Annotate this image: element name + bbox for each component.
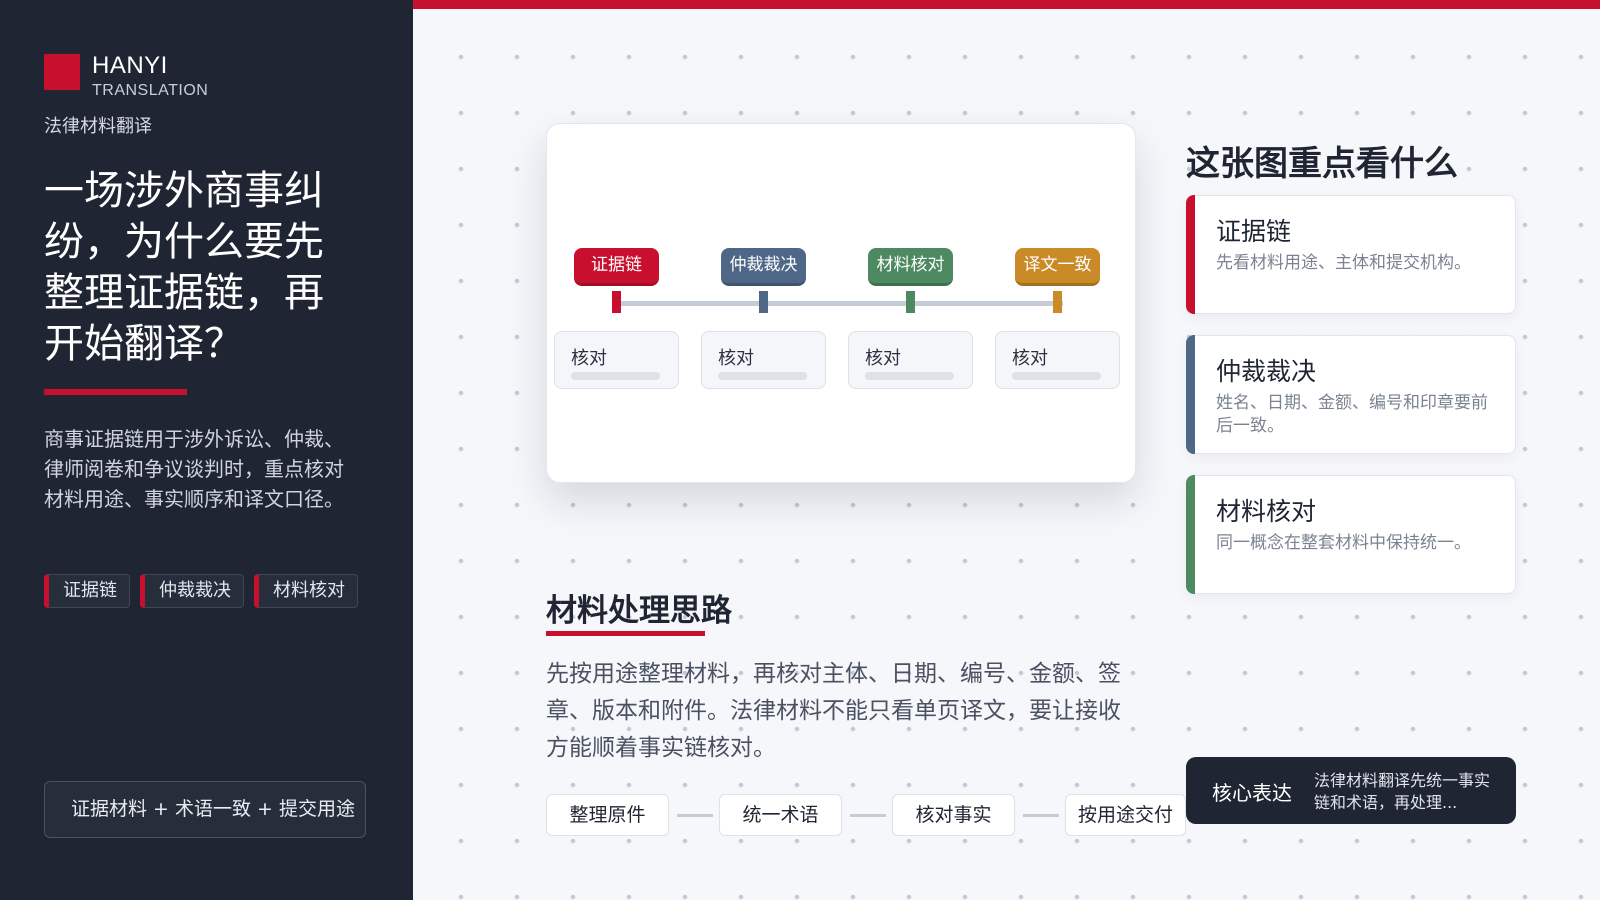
step-check-box: 核对 bbox=[848, 331, 973, 389]
focus-card-evidence-chain: 证据链 先看材料用途、主体和提交机构。 bbox=[1186, 195, 1516, 314]
brand-subtitle: TRANSLATION bbox=[92, 82, 209, 99]
formula-box: 证据材料 + 术语一致 + 提交用途 bbox=[44, 781, 366, 838]
headline-divider bbox=[44, 389, 187, 395]
card-description: 姓名、日期、金额、编号和印章要前后一致。 bbox=[1216, 393, 1488, 436]
process-description: 先按用途整理材料，再核对主体、日期、编号、金额、签章、版本和附件。法律材料不能只… bbox=[546, 661, 1121, 761]
tag-evidence-chain: 证据链 bbox=[44, 574, 130, 608]
flow-connector bbox=[677, 814, 713, 817]
tag-arbitration-award: 仲裁裁决 bbox=[140, 574, 244, 608]
page-headline: 一场涉外商事纠纷，为什么要先整理证据链，再开始翻译？ bbox=[44, 168, 324, 367]
flow-step-unify-terms: 统一术语 bbox=[719, 794, 842, 836]
process-title-underline bbox=[546, 631, 705, 636]
timeline-diagram-card: 证据链 核对 仲裁裁决 核对 材料核对 核对 译文一致 核对 bbox=[546, 123, 1136, 483]
step-pill: 材料核对 bbox=[868, 248, 953, 286]
step-check-box: 核对 bbox=[701, 331, 826, 389]
card-accent-bar bbox=[1186, 195, 1195, 314]
topic-tags: 证据链 仲裁裁决 材料核对 bbox=[44, 574, 358, 608]
focus-card-arbitration-award: 仲裁裁决 姓名、日期、金额、编号和印章要前后一致。 bbox=[1186, 335, 1516, 454]
process-section-title: 材料处理思路 bbox=[546, 593, 732, 629]
flow-step-organize-originals: 整理原件 bbox=[546, 794, 669, 836]
focus-card-material-check: 材料核对 同一概念在整套材料中保持统一。 bbox=[1186, 475, 1516, 594]
step-check-label: 核对 bbox=[865, 348, 901, 369]
core-message-label: 核心表达 bbox=[1212, 781, 1292, 805]
step-placeholder-bar bbox=[1012, 372, 1101, 380]
step-pill: 证据链 bbox=[574, 248, 659, 286]
step-placeholder-bar bbox=[718, 372, 807, 380]
step-marker bbox=[759, 291, 768, 313]
step-check-box: 核对 bbox=[995, 331, 1120, 389]
card-title: 仲裁裁决 bbox=[1216, 357, 1317, 386]
core-message-text: 法律材料翻译先统一事实链和术语，再处理... bbox=[1314, 771, 1491, 812]
step-check-label: 核对 bbox=[571, 348, 607, 369]
step-check-label: 核对 bbox=[718, 348, 754, 369]
intro-text: 商事证据链用于涉外诉讼、仲裁、律师阅卷和争议谈判时，重点核对材料用途、事实顺序和… bbox=[44, 427, 344, 511]
timeline-track bbox=[613, 301, 1063, 306]
tag-material-check: 材料核对 bbox=[254, 574, 358, 608]
top-accent-bar bbox=[413, 0, 1600, 9]
step-marker bbox=[906, 291, 915, 313]
brand-tagline: 法律材料翻译 bbox=[44, 116, 152, 137]
step-marker bbox=[1053, 291, 1062, 313]
card-title: 证据链 bbox=[1216, 217, 1292, 246]
flow-step-deliver-by-purpose: 按用途交付 bbox=[1065, 794, 1186, 836]
step-placeholder-bar bbox=[865, 372, 954, 380]
step-marker bbox=[612, 291, 621, 313]
card-description: 先看材料用途、主体和提交机构。 bbox=[1216, 253, 1471, 273]
process-flow: 整理原件 统一术语 核对事实 按用途交付 bbox=[546, 794, 1186, 836]
card-description: 同一概念在整套材料中保持统一。 bbox=[1216, 533, 1471, 553]
step-pill: 仲裁裁决 bbox=[721, 248, 806, 286]
step-pill: 译文一致 bbox=[1015, 248, 1100, 286]
focus-panel-title: 这张图重点看什么 bbox=[1186, 144, 1458, 184]
flow-step-verify-facts: 核对事实 bbox=[892, 794, 1015, 836]
card-title: 材料核对 bbox=[1216, 497, 1317, 526]
card-accent-bar bbox=[1186, 475, 1195, 594]
card-accent-bar bbox=[1186, 335, 1195, 454]
sidebar: HANYI TRANSLATION 法律材料翻译 一场涉外商事纠纷，为什么要先整… bbox=[0, 0, 413, 900]
flow-connector bbox=[850, 814, 886, 817]
brand-name: HANYI bbox=[92, 52, 168, 79]
step-placeholder-bar bbox=[571, 372, 660, 380]
step-check-box: 核对 bbox=[554, 331, 679, 389]
core-message-box: 核心表达 法律材料翻译先统一事实链和术语，再处理... bbox=[1186, 757, 1516, 824]
flow-connector bbox=[1023, 814, 1059, 817]
step-check-label: 核对 bbox=[1012, 348, 1048, 369]
brand-logo-mark bbox=[44, 54, 80, 90]
